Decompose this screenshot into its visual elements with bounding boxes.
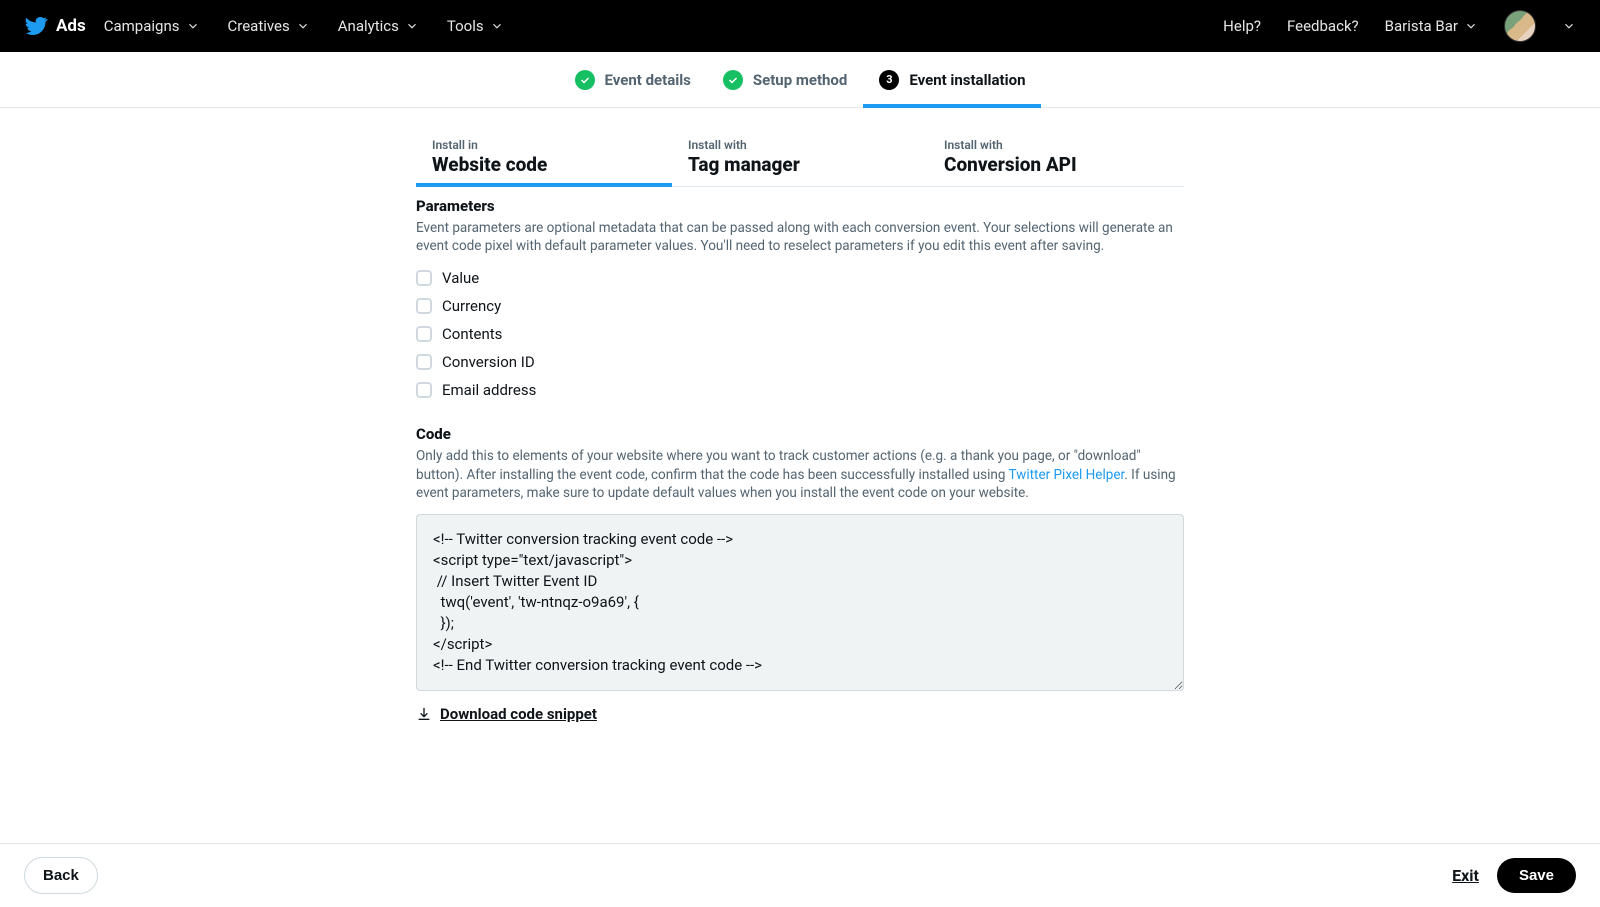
step-setup-method[interactable]: Setup method xyxy=(707,52,863,107)
step-event-installation[interactable]: 3 Event installation xyxy=(863,52,1041,107)
nav-item-label: Feedback? xyxy=(1287,17,1359,35)
tab-main: Website code xyxy=(432,153,656,176)
nav-item-label: Creatives xyxy=(228,17,290,35)
code-title: Code xyxy=(416,425,1184,443)
nav-item-label: Help? xyxy=(1223,17,1261,35)
param-value[interactable]: Value xyxy=(416,269,1184,287)
step-number-badge: 3 xyxy=(879,70,899,90)
tab-main: Conversion API xyxy=(944,153,1168,176)
footer-bar: Back Exit Save xyxy=(0,843,1600,907)
nav-item-label: Tools xyxy=(447,17,484,35)
checkbox[interactable] xyxy=(416,354,432,370)
param-email[interactable]: Email address xyxy=(416,381,1184,399)
nav-item-label: Analytics xyxy=(338,17,399,35)
tab-tag-manager[interactable]: Install with Tag manager xyxy=(672,136,928,186)
nav-item-label: Campaigns xyxy=(104,17,180,35)
chevron-down-icon xyxy=(490,19,504,33)
chevron-down-icon[interactable] xyxy=(1562,19,1576,33)
tab-main: Tag manager xyxy=(688,153,912,176)
parameters-title: Parameters xyxy=(416,197,1184,215)
checkbox[interactable] xyxy=(416,382,432,398)
step-label: Setup method xyxy=(753,71,847,89)
exit-link[interactable]: Exit xyxy=(1452,866,1479,885)
checkbox[interactable] xyxy=(416,298,432,314)
stepper: Event details Setup method 3 Event insta… xyxy=(0,52,1600,108)
chevron-down-icon xyxy=(186,19,200,33)
nav-item-label: Barista Bar xyxy=(1385,17,1458,35)
download-icon xyxy=(416,706,432,722)
pixel-helper-link[interactable]: Twitter Pixel Helper xyxy=(1009,467,1125,483)
back-button[interactable]: Back xyxy=(24,857,98,894)
code-desc: Only add this to elements of your websit… xyxy=(416,447,1184,502)
tab-sup: Install with xyxy=(944,138,1168,152)
checkbox[interactable] xyxy=(416,326,432,342)
chevron-down-icon xyxy=(296,19,310,33)
chevron-down-icon xyxy=(405,19,419,33)
tab-website-code[interactable]: Install in Website code xyxy=(416,136,672,186)
param-conversion-id[interactable]: Conversion ID xyxy=(416,353,1184,371)
nav-help[interactable]: Help? xyxy=(1223,17,1261,35)
nav-account[interactable]: Barista Bar xyxy=(1385,17,1478,35)
param-contents[interactable]: Contents xyxy=(416,325,1184,343)
tab-conversion-api[interactable]: Install with Conversion API xyxy=(928,136,1184,186)
checkbox-label: Conversion ID xyxy=(442,353,535,371)
download-code-snippet[interactable]: Download code snippet xyxy=(416,705,597,723)
footer-right: Exit Save xyxy=(1452,858,1576,893)
main-content: Install in Website code Install with Tag… xyxy=(400,136,1200,726)
top-nav: Ads Campaigns Creatives Analytics Tools … xyxy=(0,0,1600,52)
check-icon xyxy=(723,70,743,90)
nav-left: Campaigns Creatives Analytics Tools xyxy=(104,17,504,35)
nav-analytics[interactable]: Analytics xyxy=(338,17,419,35)
parameters-desc: Event parameters are optional metadata t… xyxy=(416,219,1184,255)
brand-text: Ads xyxy=(56,16,86,36)
nav-right: Help? Feedback? Barista Bar xyxy=(1223,10,1576,42)
nav-creatives[interactable]: Creatives xyxy=(228,17,310,35)
nav-tools[interactable]: Tools xyxy=(447,17,504,35)
save-button[interactable]: Save xyxy=(1497,858,1576,893)
checkbox-label: Currency xyxy=(442,297,501,315)
step-label: Event installation xyxy=(909,71,1025,89)
nav-campaigns[interactable]: Campaigns xyxy=(104,17,200,35)
code-snippet-box[interactable]: <!-- Twitter conversion tracking event c… xyxy=(416,514,1184,691)
checkbox-label: Contents xyxy=(442,325,502,343)
checkbox-label: Value xyxy=(442,269,479,287)
checkbox-label: Email address xyxy=(442,381,536,399)
parameters-checklist: Value Currency Contents Conversion ID Em… xyxy=(416,269,1184,399)
checkbox[interactable] xyxy=(416,270,432,286)
parameters-section: Parameters Event parameters are optional… xyxy=(416,197,1184,399)
brand[interactable]: Ads xyxy=(24,14,86,38)
download-label: Download code snippet xyxy=(440,705,597,723)
avatar[interactable] xyxy=(1504,10,1536,42)
tab-sup: Install in xyxy=(432,138,656,152)
twitter-bird-icon xyxy=(24,14,48,38)
install-tabs: Install in Website code Install with Tag… xyxy=(416,136,1184,187)
chevron-down-icon xyxy=(1464,19,1478,33)
step-label: Event details xyxy=(605,71,691,89)
step-event-details[interactable]: Event details xyxy=(559,52,707,107)
tab-sup: Install with xyxy=(688,138,912,152)
code-section: Code Only add this to elements of your w… xyxy=(416,425,1184,726)
check-icon xyxy=(575,70,595,90)
nav-feedback[interactable]: Feedback? xyxy=(1287,17,1359,35)
param-currency[interactable]: Currency xyxy=(416,297,1184,315)
